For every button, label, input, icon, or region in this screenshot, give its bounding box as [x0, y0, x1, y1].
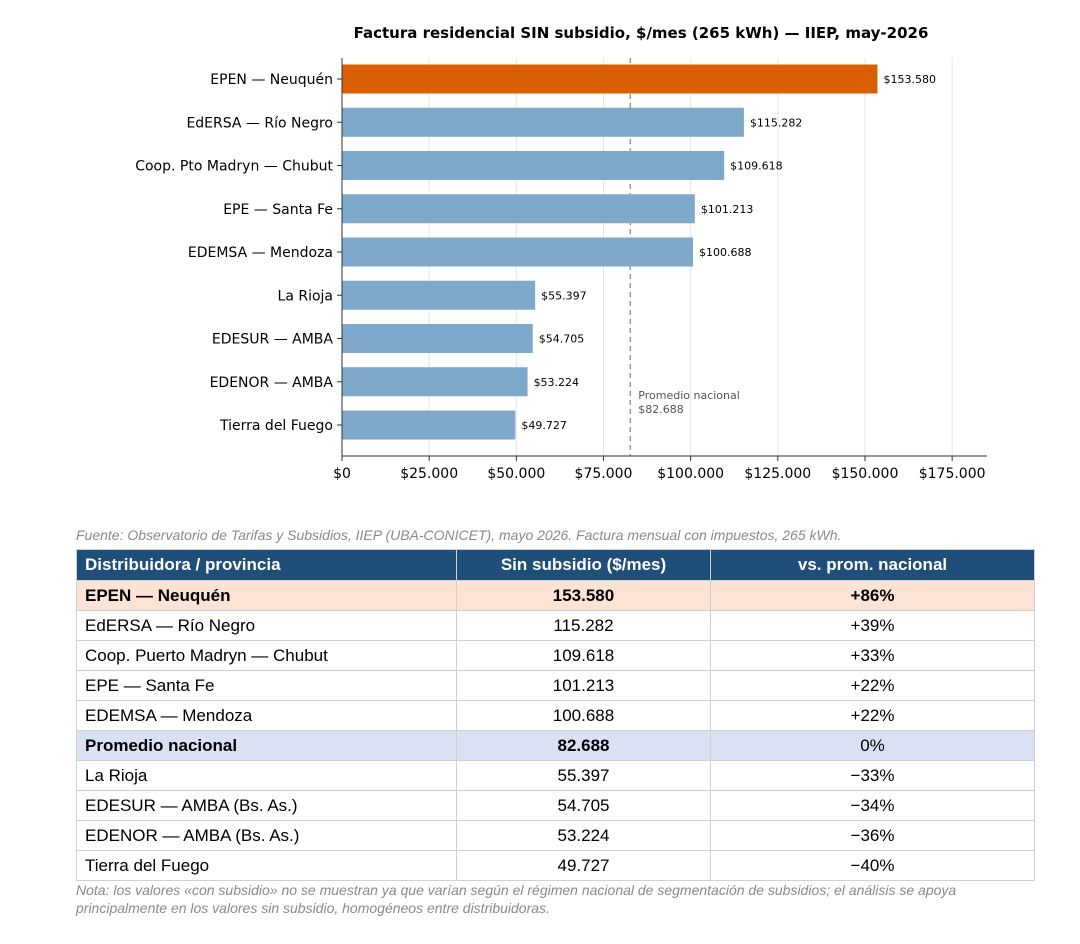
- cell-vs-promedio: −34%: [710, 790, 1035, 821]
- bar-7: [342, 324, 533, 353]
- cell-sin-subsidio: 100.688: [456, 700, 711, 731]
- cell-distribuidora: Coop. Puerto Madryn — Chubut: [76, 640, 457, 671]
- category-label: Tierra del Fuego: [219, 418, 333, 434]
- bar-6: [342, 280, 536, 310]
- cell-sin-subsidio: 53.224: [456, 820, 711, 851]
- category-label: EPE — Santa Fe: [223, 202, 333, 218]
- cell-vs-promedio: +22%: [710, 670, 1035, 701]
- bar-1: [342, 64, 878, 94]
- cell-vs-promedio: −36%: [710, 820, 1035, 851]
- table-row: EdERSA — Río Negro 115.282 +39%: [76, 610, 1035, 641]
- bar-chart: Factura residencial SIN subsidio, $/mes …: [135, 24, 987, 482]
- value-label: $55.397: [541, 289, 587, 302]
- value-label: $109.618: [730, 160, 783, 173]
- x-tick-label: $50.000: [487, 466, 545, 482]
- value-label: $54.705: [539, 333, 585, 346]
- cell-sin-subsidio: 115.282: [456, 610, 711, 641]
- cell-vs-promedio: +86%: [710, 580, 1035, 611]
- cell-distribuidora: EDENOR — AMBA (Bs. As.): [76, 820, 457, 851]
- table-row: Coop. Puerto Madryn — Chubut 109.618 +33%: [76, 640, 1035, 671]
- chart-bars: EPEN — Neuquén $153.580 EdERSA — Río Negro…: [135, 64, 936, 440]
- category-label: EDESUR — AMBA: [212, 332, 333, 348]
- value-label: $101.213: [701, 203, 754, 216]
- value-label: $100.688: [699, 246, 752, 259]
- x-tick-label: $25.000: [400, 466, 458, 482]
- table-row: EPE — Santa Fe 101.213 +22%: [76, 670, 1035, 701]
- cell-distribuidora: EdERSA — Río Negro: [76, 610, 457, 641]
- x-tick-label: $75.000: [575, 466, 633, 482]
- category-label: La Rioja: [278, 288, 333, 304]
- footnote: Nota: los valores «con subsidio» no se m…: [76, 882, 957, 916]
- table-row: EDENOR — AMBA (Bs. As.) 53.224 −36%: [76, 820, 1035, 851]
- x-tick-label: $150.000: [832, 466, 899, 482]
- category-label: EdERSA — Río Negro: [186, 115, 333, 131]
- table-row: La Rioja 55.397 −33%: [76, 760, 1035, 791]
- cell-distribuidora: EPE — Santa Fe: [76, 670, 457, 701]
- bar-8: [342, 367, 528, 397]
- cell-sin-subsidio: 82.688: [456, 730, 711, 761]
- cell-distribuidora: EDESUR — AMBA (Bs. As.): [76, 790, 457, 821]
- cell-distribuidora: EPEN — Neuquén: [76, 580, 457, 611]
- bar-2: [342, 107, 744, 137]
- cell-distribuidora: EDEMSA — Mendoza: [76, 700, 457, 731]
- data-table: Distribuidora / provincia Sin subsidio (…: [76, 549, 1035, 881]
- reference-value-label: $82.688: [638, 403, 684, 416]
- cell-sin-subsidio: 54.705: [456, 790, 711, 821]
- bar-3: [342, 151, 725, 180]
- table-row: Promedio nacional 82.688 0%: [76, 730, 1035, 761]
- cell-sin-subsidio: 49.727: [456, 850, 711, 881]
- category-label: EPEN — Neuquén: [210, 72, 333, 88]
- value-label: $115.282: [750, 116, 803, 129]
- cell-sin-subsidio: 109.618: [456, 640, 711, 671]
- cell-sin-subsidio: 153.580: [456, 580, 711, 611]
- cell-vs-promedio: +22%: [710, 700, 1035, 731]
- table-row: EDEMSA — Mendoza 100.688 +22%: [76, 700, 1035, 731]
- value-label: $53.224: [534, 376, 580, 389]
- x-tick-label: $100.000: [657, 466, 724, 482]
- x-tick-label: $175.000: [919, 466, 986, 482]
- cell-distribuidora: La Rioja: [76, 760, 457, 791]
- source-note: Fuente: Observatorio de Tarifas y Subsid…: [76, 527, 842, 543]
- chart-x-ticks: $0 $25.000 $50.000 $75.000 $100.000 $125.000 $…: [333, 456, 986, 482]
- value-label: $153.580: [883, 73, 936, 86]
- bar-9: [342, 410, 516, 440]
- cell-vs-promedio: +39%: [710, 610, 1035, 641]
- cell-vs-promedio: +33%: [710, 640, 1035, 671]
- table-row: Tierra del Fuego 49.727 −40%: [76, 850, 1035, 881]
- table-row: EPEN — Neuquén 153.580 +86%: [76, 580, 1035, 611]
- table-header-sin-subsidio: Sin subsidio ($/mes): [456, 549, 711, 581]
- table-header-distribuidora: Distribuidora / provincia: [76, 549, 457, 581]
- x-tick-label: $0: [333, 466, 351, 482]
- table-header-vs-promedio: vs. prom. nacional: [710, 549, 1035, 581]
- category-label: EDENOR — AMBA: [210, 375, 334, 391]
- bar-4: [342, 194, 695, 224]
- cell-sin-subsidio: 101.213: [456, 670, 711, 701]
- value-label: $49.727: [521, 419, 567, 432]
- chart-title: Factura residencial SIN subsidio, $/mes …: [354, 24, 929, 42]
- cell-vs-promedio: −33%: [710, 760, 1035, 791]
- cell-vs-promedio: −40%: [710, 850, 1035, 881]
- cell-distribuidora: Promedio nacional: [76, 730, 457, 761]
- table-row: EDESUR — AMBA (Bs. As.) 54.705 −34%: [76, 790, 1035, 821]
- bar-5: [342, 237, 694, 267]
- table-body: EPEN — Neuquén 153.580 +86% EdERSA — Río Ne…: [76, 580, 1035, 881]
- cell-distribuidora: Tierra del Fuego: [76, 850, 457, 881]
- cell-vs-promedio: 0%: [710, 730, 1035, 761]
- x-tick-label: $125.000: [744, 466, 811, 482]
- reference-label: Promedio nacional: [638, 389, 740, 402]
- table-header-row: Distribuidora / provincia Sin subsidio (…: [76, 549, 1035, 581]
- category-label: Coop. Pto Madryn — Chubut: [135, 159, 333, 175]
- category-label: EDEMSA — Mendoza: [188, 245, 333, 261]
- cell-sin-subsidio: 55.397: [456, 760, 711, 791]
